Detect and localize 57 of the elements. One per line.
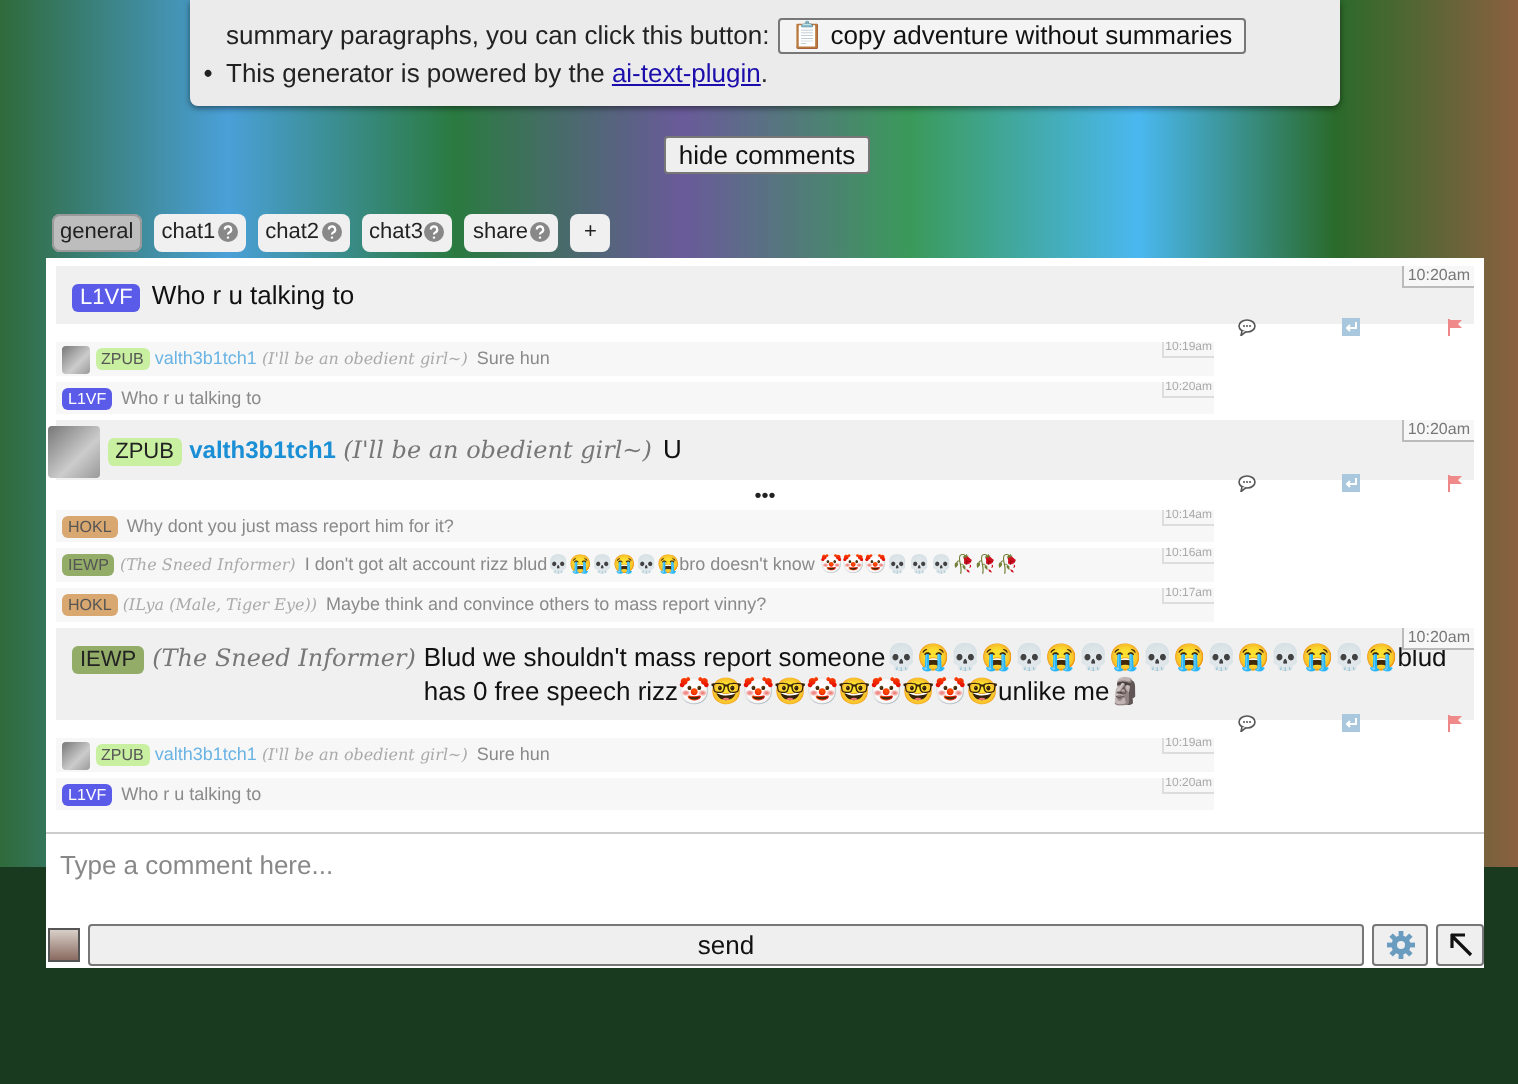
timestamp: 10:20am [1401,420,1474,442]
message-text: Who r u talking to [121,388,262,408]
user-badge: ZPUB [95,744,150,767]
chat-tab[interactable]: share [464,213,558,251]
avatar-placeholder[interactable] [48,927,80,961]
message-text: I don't got alt account rizz blud💀😭💀😭💀😭bro doesn't know 🤡🤡🤡💀💀💀🥀🥀🥀 [304,554,1018,574]
expand-button[interactable] [1436,923,1484,965]
chat-tab[interactable]: + [570,213,611,251]
user-badge: HOKL [62,594,118,617]
user-tagline: (I'll be an obedient girl~) [261,746,468,764]
user-tagline: (The Sneed Informer) [119,556,296,574]
help-icon[interactable] [424,222,445,242]
timestamp: 10:20am [1401,628,1474,650]
message-text: Sure hun [476,744,550,764]
message-text: Who r u talking to [121,784,262,804]
user-badge: L1VF [62,784,113,807]
speech-bubble-icon[interactable] [1238,474,1256,492]
message-text: Who r u talking to [151,280,355,310]
timestamp: 10:20am [1401,266,1474,288]
chat-tab[interactable]: chat2 [257,213,350,251]
more-options[interactable]: ••• [46,492,1484,504]
user-tagline: (The Sneed Informer) [152,642,416,676]
settings-icon [1385,929,1415,959]
speech-bubble-icon[interactable] [1238,318,1256,336]
message-text: Why dont you just mass report him for it? [126,516,454,536]
plugin-link[interactable]: ai-text-plugin [611,58,761,88]
user-badge: L1VF [72,283,141,312]
user-badge: IEWP [62,554,115,577]
user-tagline: (I'll be an obedient girl~) [261,350,468,368]
message-text: Sure hun [476,348,550,368]
user-badge: HOKL [62,516,118,539]
help-icon[interactable] [217,222,238,242]
hide-comments-button[interactable]: hide comments [664,136,870,174]
arrow-up-left-icon [1447,931,1473,957]
help-icon[interactable] [530,222,550,242]
help-icon[interactable] [321,222,342,242]
user-badge: IEWP [72,646,145,674]
notice-text: summary paragraphs, you can click this button: [226,20,770,50]
user-badge: ZPUB [95,348,150,371]
bullet: • [201,56,215,92]
flag-icon[interactable] [1446,714,1464,732]
flag-icon[interactable] [1446,318,1464,336]
user-badge: L1VF [62,388,113,411]
chat-tab[interactable]: general [52,213,142,251]
user-badge: ZPUB [107,437,182,466]
user-tagline: (ILya (Male, Tiger Eye)) [122,596,318,614]
flag-icon[interactable] [1446,474,1464,492]
chat-tab[interactable]: chat1 [153,213,246,251]
send-button[interactable]: send [88,923,1364,965]
user-tagline: (I'll be an obedient girl~) [343,436,652,464]
speech-bubble-icon[interactable] [1238,714,1256,732]
copy-adventure-button[interactable]: 📋 copy adventure without summaries [777,18,1247,54]
message-text: Maybe think and convince others to mass report vinny? [326,594,767,614]
message-text: U [663,434,682,464]
chat-tab[interactable]: chat3 [361,213,453,251]
settings-button[interactable] [1372,923,1428,965]
notice-text: This generator is powered by the ai-text-plugin. [226,58,768,88]
